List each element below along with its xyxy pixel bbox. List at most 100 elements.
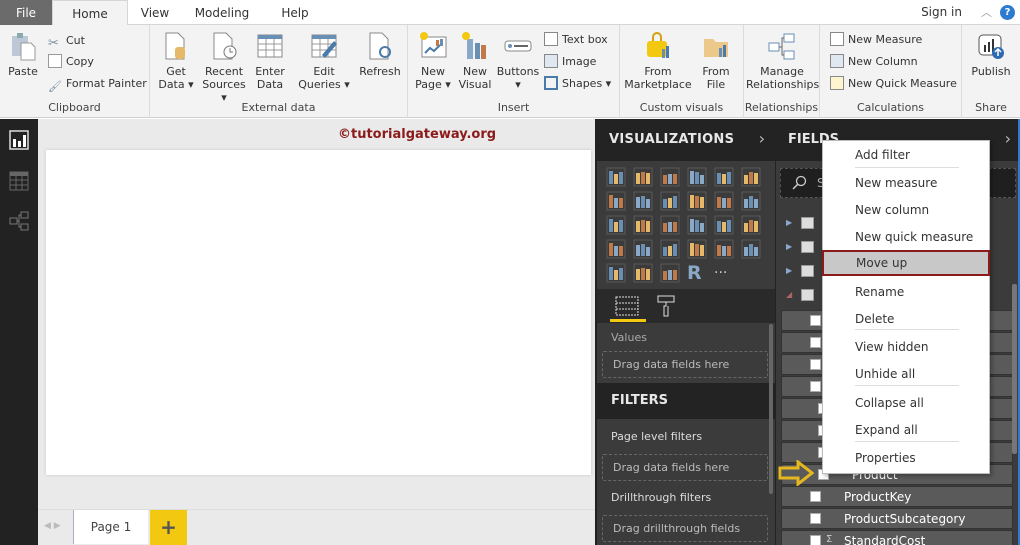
100-stacked-column-icon[interactable] [741, 167, 761, 187]
collapse-icon[interactable]: ◢ [786, 290, 792, 299]
treemap-icon[interactable] [714, 215, 734, 235]
new-column-button[interactable]: New Column [830, 53, 918, 71]
menu-item-new-column[interactable]: New column [823, 197, 991, 223]
menu-item-rename[interactable]: Rename [823, 279, 991, 305]
fields-scrollbar[interactable] [1012, 284, 1017, 454]
field-checkbox[interactable] [810, 381, 821, 392]
menu-item-new-measure[interactable]: New measure [823, 170, 991, 196]
help-icon[interactable]: ? [1000, 5, 1015, 20]
expand-icon[interactable]: ▶ [786, 266, 792, 275]
model-view-icon[interactable] [9, 211, 29, 231]
clustered-column-icon[interactable] [687, 167, 707, 187]
cut-button[interactable]: ✂ Cut [48, 32, 85, 51]
scatter-icon[interactable] [633, 215, 653, 235]
fields-well-tab-icon[interactable] [614, 295, 640, 317]
shapes-button[interactable]: Shapes ▾ [544, 75, 611, 93]
new-page-button[interactable]: New Page ▾ [414, 31, 452, 91]
format-painter-button[interactable]: 🖌 Format Painter [48, 75, 147, 93]
recent-sources-button[interactable]: Recent Sources ▾ [200, 31, 248, 104]
field-checkbox[interactable] [810, 337, 821, 348]
collapse-ribbon-icon[interactable]: ︿ [981, 4, 992, 20]
menu-item-view-hidden[interactable]: View hidden [823, 334, 991, 360]
from-marketplace-button[interactable]: From Marketplace [624, 31, 692, 91]
waterfall-icon[interactable] [606, 215, 626, 235]
table-icon[interactable] [633, 263, 653, 283]
expand-icon[interactable]: ▶ [786, 242, 792, 251]
from-file-button[interactable]: From File [696, 31, 736, 91]
ribbon-chart-icon[interactable] [741, 191, 761, 211]
edit-queries-button[interactable]: Edit Queries ▾ [298, 31, 350, 91]
drillthrough-dropzone[interactable]: Drag drillthrough fields here [602, 515, 768, 542]
tab-help[interactable]: Help [280, 0, 310, 25]
stacked-bar-icon[interactable] [606, 167, 626, 187]
field-checkbox[interactable] [810, 491, 821, 502]
100-stacked-bar-icon[interactable] [714, 167, 734, 187]
field-checkbox[interactable] [810, 359, 821, 370]
values-dropzone[interactable]: Drag data fields here [602, 351, 768, 378]
slicer-icon[interactable] [606, 263, 626, 283]
tab-view[interactable]: View [140, 0, 170, 25]
menu-item-properties[interactable]: Properties [823, 445, 991, 471]
tab-modeling[interactable]: Modeling [190, 0, 254, 25]
report-page[interactable] [46, 150, 591, 475]
menu-item-expand-all[interactable]: Expand all [823, 417, 991, 443]
new-visual-button[interactable]: New Visual [458, 31, 492, 91]
tab-home[interactable]: Home [52, 0, 128, 26]
multirow-card-icon[interactable] [714, 239, 734, 259]
enter-data-button[interactable]: Enter Data [252, 31, 288, 91]
donut-icon[interactable] [687, 215, 707, 235]
field-row[interactable]: Σ StandardCost [781, 530, 1013, 545]
publish-button[interactable]: Publish [966, 31, 1016, 78]
matrix-icon[interactable] [660, 263, 680, 283]
filled-map-icon[interactable] [606, 239, 626, 259]
area-chart-icon[interactable] [633, 191, 653, 211]
new-quick-measure-button[interactable]: New Quick Measure [830, 75, 957, 93]
menu-item-unhide-all[interactable]: Unhide all [823, 361, 991, 387]
menu-item-move-up[interactable]: Move up [822, 250, 990, 276]
more-visuals-icon[interactable]: ··· [714, 263, 734, 283]
text-box-button[interactable]: Text box [544, 31, 608, 49]
image-button[interactable]: Image [544, 53, 596, 71]
manage-relationships-button[interactable]: Manage Relationships [746, 31, 819, 91]
map-icon[interactable] [741, 215, 761, 235]
buttons-button[interactable]: Buttons ▾ [496, 31, 540, 91]
collapse-fields-icon[interactable]: › [1005, 129, 1011, 148]
refresh-button[interactable]: Refresh [358, 31, 402, 78]
menu-item-new-quick-measure[interactable]: New quick measure [823, 224, 991, 250]
kpi-icon[interactable] [741, 239, 761, 259]
menu-item-collapse-all[interactable]: Collapse all [823, 390, 991, 416]
line-stacked-column-icon[interactable] [714, 191, 734, 211]
pie-icon[interactable] [660, 215, 680, 235]
line-clustered-column-icon[interactable] [687, 191, 707, 211]
format-paint-roller-icon[interactable] [655, 294, 677, 318]
page-filters-dropzone[interactable]: Drag data fields here [602, 454, 768, 481]
visualizations-scrollbar[interactable] [769, 324, 773, 494]
get-data-button[interactable]: Get Data ▾ [156, 31, 196, 91]
menu-item-add-filter[interactable]: Add filter [823, 142, 991, 168]
sign-in-link[interactable]: Sign in [921, 5, 962, 19]
field-checkbox[interactable] [810, 535, 821, 545]
field-row[interactable]: ProductKey [781, 486, 1013, 507]
report-view-icon[interactable] [9, 130, 29, 150]
stacked-column-icon[interactable] [633, 167, 653, 187]
field-checkbox[interactable] [810, 315, 821, 326]
field-checkbox[interactable] [810, 513, 821, 524]
r-visual-icon[interactable]: R [687, 263, 707, 283]
copy-button[interactable]: Copy [48, 53, 94, 71]
field-row[interactable]: ProductSubcategory [781, 508, 1013, 529]
expand-icon[interactable]: ▶ [786, 218, 792, 227]
funnel-icon[interactable] [633, 239, 653, 259]
stacked-area-icon[interactable] [660, 191, 680, 211]
tab-file[interactable]: File [0, 0, 52, 25]
clustered-bar-icon[interactable] [660, 167, 680, 187]
add-page-button[interactable]: + [150, 510, 187, 545]
data-view-icon[interactable] [9, 171, 29, 191]
paste-button[interactable]: Paste [6, 31, 40, 78]
page-nav-arrows[interactable]: ◀ ▶ [44, 521, 61, 531]
gauge-icon[interactable] [660, 239, 680, 259]
page-tab-1[interactable]: Page 1 [73, 510, 148, 544]
new-measure-button[interactable]: New Measure [830, 31, 922, 49]
card-icon[interactable] [687, 239, 707, 259]
collapse-visualizations-icon[interactable]: › [759, 129, 765, 148]
line-chart-icon[interactable] [606, 191, 626, 211]
